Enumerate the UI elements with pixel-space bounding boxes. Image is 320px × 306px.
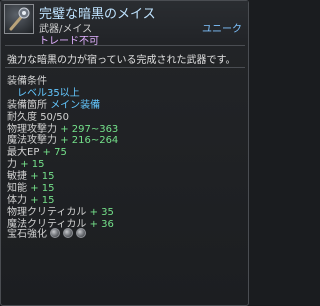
stat-value: + 75 — [42, 147, 67, 159]
gem-slot-icon — [63, 227, 73, 238]
stat-row: 物理クリティカル + 35 — [7, 207, 118, 219]
stat-label: 知能 — [7, 183, 27, 195]
equip-slot-value: メイン装備 — [50, 99, 101, 111]
stat-row: 知能 + 15 — [7, 183, 118, 195]
stat-value: + 297~363 — [60, 123, 119, 135]
stat-value: + 216~264 — [60, 135, 119, 147]
stat-row: 物理攻撃力 + 297~363 — [7, 124, 118, 136]
stat-value: + 35 — [89, 206, 114, 218]
gem-slot-icon — [76, 227, 86, 238]
stat-value: + 36 — [89, 218, 114, 230]
requirements-label: 装備条件 — [7, 76, 47, 87]
stat-label: 力 — [7, 159, 17, 171]
stat-label: 物理攻撃力 — [7, 123, 57, 135]
stat-row: 魔法攻撃力 + 216~264 — [7, 135, 118, 147]
divider — [5, 45, 245, 46]
divider — [5, 67, 245, 68]
durability-row: 耐久度 50/50 — [7, 112, 118, 124]
stat-row: 敏捷 + 15 — [7, 171, 118, 183]
equip-slot-label: 装備箇所 — [7, 99, 47, 111]
stat-value: + 15 — [30, 194, 55, 206]
level-requirement: レベル35以上 — [17, 87, 80, 99]
stat-label: 物理クリティカル — [7, 206, 87, 218]
gem-slot-icon — [50, 227, 60, 238]
equip-slot-row: 装備箇所 メイン装備 — [7, 100, 118, 112]
gem-enhance-row: 宝石強化 — [7, 225, 86, 240]
durability-value: 50/50 — [40, 111, 70, 123]
stat-value: + 15 — [30, 171, 55, 183]
durability-label: 耐久度 — [7, 111, 37, 123]
item-description: 強力な暗黒の力が宿っている完成された武器です。 — [7, 55, 236, 66]
stat-label: 魔法攻撃力 — [7, 135, 57, 147]
stat-value: + 15 — [20, 159, 45, 171]
stat-row: 体力 + 15 — [7, 195, 118, 207]
mace-icon — [4, 4, 34, 34]
stat-label: 最大EP — [7, 147, 40, 159]
stats-section: 装備条件 レベル35以上 装備箇所 メイン装備 耐久度 50/50 物理攻撃力 … — [7, 76, 118, 231]
gem-enhance-label: 宝石強化 — [7, 229, 47, 240]
stat-value: + 15 — [30, 183, 55, 195]
item-tooltip: 完璧な暗黒のメイス 武器/メイス ユニーク トレード不可 強力な暗黒の力が宿って… — [0, 0, 249, 306]
stat-row: 最大EP + 75 — [7, 147, 118, 159]
stat-label: 敏捷 — [7, 171, 27, 183]
stat-label: 体力 — [7, 194, 27, 206]
item-rarity: ユニーク — [202, 24, 242, 35]
tooltip-header: 完璧な暗黒のメイス 武器/メイス ユニーク トレード不可 — [1, 1, 248, 47]
stat-row: 力 + 15 — [7, 159, 118, 171]
